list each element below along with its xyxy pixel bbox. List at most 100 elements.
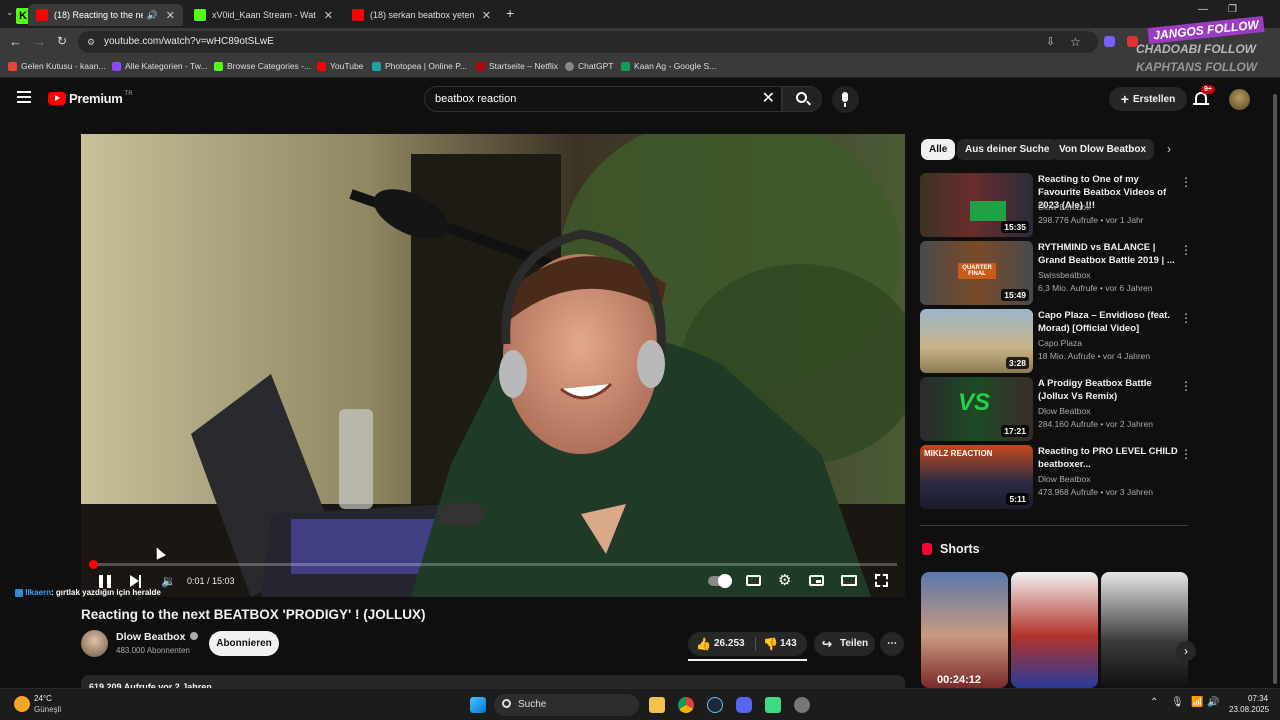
extension-icon[interactable] [1104, 36, 1115, 47]
taskbar-search[interactable]: Suche [494, 694, 639, 716]
bookmark-star-icon[interactable]: ☆ [1070, 31, 1081, 53]
chip-from-search[interactable]: Aus deiner Suche [957, 139, 1058, 160]
short-thumbnail[interactable] [1101, 572, 1188, 688]
steam-icon[interactable] [707, 697, 723, 713]
weather-icon[interactable] [14, 696, 30, 712]
close-tab-icon[interactable]: ✕ [166, 9, 175, 22]
bookmark-item[interactable]: YouTube [317, 61, 363, 71]
app-icon[interactable] [765, 697, 781, 713]
bookmark-item[interactable]: Photopea | Online P... [372, 61, 467, 71]
chrome-icon[interactable] [678, 697, 694, 713]
tab-youtube-active[interactable]: (18) Reacting to the next BE 🔊 ✕ [28, 4, 183, 26]
settings-gear-icon[interactable]: ⚙ [778, 571, 791, 589]
windows-start-icon[interactable] [470, 697, 486, 713]
reload-icon[interactable]: ↻ [57, 34, 67, 48]
channel-name[interactable]: Dlow Beatbox [116, 631, 199, 643]
short-thumbnail[interactable] [1011, 572, 1098, 688]
more-options-icon[interactable]: ⋮ [1180, 311, 1192, 325]
close-tab-icon[interactable]: ✕ [324, 9, 333, 22]
tray-chevron-icon[interactable]: ⌃ [1150, 697, 1158, 708]
wifi-icon[interactable]: 📶 [1191, 697, 1203, 708]
bookmark-item[interactable]: Gelen Kutusu - kaan... [8, 61, 106, 71]
video-thumbnail[interactable]: QUARTER FINAL 15:49 [920, 241, 1033, 305]
file-explorer-icon[interactable] [649, 697, 665, 713]
channel-name[interactable]: Swissbeatbox [1038, 270, 1090, 280]
back-icon[interactable]: ← [9, 34, 22, 49]
bookmark-item[interactable]: Startseite – Netflix [476, 61, 558, 71]
microphone-tray-icon[interactable]: 🎙 [1171, 697, 1184, 708]
chevron-right-icon[interactable]: › [1167, 142, 1171, 156]
avatar[interactable] [1229, 89, 1250, 110]
more-options-icon[interactable]: ⋮ [1180, 175, 1192, 189]
more-options-icon[interactable]: ⋮ [1180, 243, 1192, 257]
share-button[interactable]: ↪ Teilen [814, 632, 875, 656]
channel-name[interactable]: Dlow Beatbox [1038, 474, 1090, 484]
maximize-window-icon[interactable]: ❐ [1228, 4, 1237, 15]
subscribe-button[interactable]: Abonnieren [209, 631, 279, 656]
clock-time[interactable]: 07:34 [1248, 694, 1268, 703]
video-title[interactable]: Reacting to PRO LEVEL CHILD beatboxer... [1038, 445, 1180, 471]
site-info-icon[interactable]: ⚙ [87, 31, 95, 53]
install-icon[interactable]: ⇩ [1046, 31, 1055, 53]
chip-all[interactable]: Alle [921, 139, 956, 160]
notifications-button[interactable]: 9+ [1193, 85, 1215, 108]
video-player[interactable]: 🔉 0:01 / 15:03 ⚙ [81, 134, 905, 597]
minimize-window-icon[interactable]: — [1198, 4, 1208, 15]
channel-name[interactable]: Dlow Beatbox [1038, 406, 1090, 416]
more-actions-button[interactable]: ⋯ [880, 632, 904, 656]
list-item[interactable]: MIKLZ REACTION 5:11 Reacting to PRO LEVE… [920, 445, 1192, 509]
video-title[interactable]: RYTHMIND vs BALANCE | Grand Beatbox Batt… [1038, 241, 1180, 267]
channel-name[interactable]: Dlow Beatbox [1038, 202, 1090, 212]
video-thumbnail[interactable]: VS 17:21 [920, 377, 1033, 441]
search-button[interactable] [782, 86, 822, 112]
progress-track[interactable] [89, 560, 897, 569]
miniplayer-icon[interactable] [809, 575, 824, 586]
video-thumbnail[interactable]: 3:28 [920, 309, 1033, 373]
video-thumbnail[interactable]: MIKLZ REACTION 5:11 [920, 445, 1033, 509]
video-title[interactable]: Capo Plaza – Envidioso (feat. Morad) [Of… [1038, 309, 1180, 335]
search-input[interactable]: beatbox reaction ✕ [424, 86, 782, 112]
video-thumbnail[interactable]: 15:35 [920, 173, 1033, 237]
autoplay-toggle[interactable] [708, 574, 732, 588]
close-tab-icon[interactable]: ✕ [482, 9, 491, 22]
pause-icon[interactable] [99, 575, 111, 588]
more-options-icon[interactable]: ⋮ [1180, 379, 1192, 393]
chip-from-channel[interactable]: Von Dlow Beatbox [1051, 139, 1155, 160]
more-options-icon[interactable]: ⋮ [1180, 447, 1192, 461]
youtube-logo[interactable]: Premium TR [48, 91, 133, 106]
subtitles-icon[interactable] [746, 575, 761, 586]
bookmark-item[interactable]: Alle Kategorien - Tw... [112, 61, 208, 71]
forward-icon[interactable]: → [33, 34, 46, 49]
bookmark-item[interactable]: ChatGPT [565, 61, 613, 71]
voice-search-button[interactable] [832, 86, 859, 113]
bookmark-item[interactable]: Kaan Ag - Google S... [621, 61, 716, 71]
list-item[interactable]: QUARTER FINAL 15:49 RYTHMIND vs BALANCE … [920, 241, 1192, 305]
clock-date[interactable]: 23.08.2025 [1229, 705, 1269, 714]
tab-youtube-2[interactable]: (18) serkan beatbox yetenek sı ✕ [344, 4, 499, 26]
create-button[interactable]: + Erstellen [1109, 87, 1187, 111]
shorts-next-button[interactable]: › [1176, 641, 1196, 661]
list-item[interactable]: 15:35 Reacting to One of my Favourite Be… [920, 173, 1192, 237]
page-scrollbar[interactable] [1272, 80, 1278, 688]
theater-mode-icon[interactable] [841, 575, 857, 586]
app-icon[interactable] [794, 697, 810, 713]
clear-search-icon[interactable]: ✕ [762, 87, 775, 111]
channel-avatar[interactable] [81, 630, 108, 657]
speaker-icon[interactable]: 🔊 [147, 10, 158, 21]
list-item[interactable]: VS 17:21 A Prodigy Beatbox Battle (Jollu… [920, 377, 1192, 441]
tab-kick[interactable]: xV0id_Kaan Stream - Watch Liv ✕ [186, 4, 341, 26]
menu-icon[interactable] [17, 91, 31, 103]
discord-icon[interactable] [736, 697, 752, 713]
new-tab-button[interactable]: + [506, 5, 514, 21]
volume-tray-icon[interactable]: 🔊 [1207, 697, 1219, 708]
channel-name[interactable]: Capo Plaza [1038, 338, 1082, 348]
short-thumbnail[interactable]: 00:24:12 [921, 572, 1008, 688]
like-button[interactable]: 👍 26.253 [688, 632, 753, 656]
video-title[interactable]: A Prodigy Beatbox Battle (Jollux Vs Remi… [1038, 377, 1180, 403]
volume-icon[interactable]: 🔉 [161, 574, 176, 588]
progress-scrubber[interactable] [89, 560, 98, 569]
dislike-button[interactable]: 👎 143 [757, 632, 807, 656]
list-item[interactable]: 3:28 Capo Plaza – Envidioso (feat. Morad… [920, 309, 1192, 373]
bookmark-item[interactable]: Browse Categories -... [214, 61, 311, 71]
address-bar[interactable]: ⚙ youtube.com/watch?v=wHC89otSLwE ⇩ ☆ [78, 31, 1098, 53]
